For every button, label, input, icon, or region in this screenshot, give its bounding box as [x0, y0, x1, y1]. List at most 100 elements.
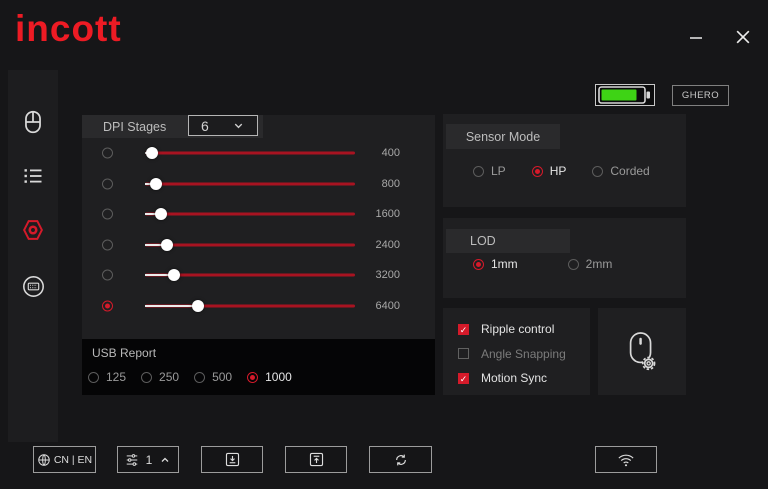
checkbox-icon [458, 372, 469, 384]
app-window: incott GHERO DPI Stages 6 400 800 1600 2… [0, 0, 768, 489]
slider-track [145, 151, 355, 155]
lod-option[interactable]: 1mm [473, 257, 518, 271]
radio-icon [88, 371, 99, 383]
sensor-mode-panel: Sensor Mode LP HP Corded [443, 114, 686, 207]
dpi-slider[interactable] [145, 260, 355, 291]
minimize-icon [690, 37, 702, 39]
checkbox-icon [458, 348, 469, 359]
lod-options: 1mm 2mm [473, 252, 612, 276]
dpi-slider[interactable] [145, 291, 355, 322]
dpi-stage-radio[interactable] [102, 178, 113, 190]
lod-panel: LOD 1mm 2mm [443, 218, 686, 298]
dpi-value-label: 1600 [375, 208, 400, 221]
slider-thumb[interactable] [192, 299, 205, 312]
device-name-button[interactable]: GHERO [672, 85, 729, 106]
dpi-value-label: 2400 [375, 238, 400, 251]
battery-fill [601, 89, 637, 101]
wireless-connect-button[interactable] [595, 446, 657, 473]
sidebar-item-macro-list[interactable] [8, 162, 58, 190]
slider-thumb[interactable] [149, 177, 162, 190]
usb-rate-option[interactable]: 125 [88, 370, 126, 384]
lod-header: LOD [446, 229, 570, 253]
radio-label: 1mm [491, 257, 518, 271]
dpi-stage-radio[interactable] [102, 208, 113, 220]
usb-report-options: 125 250 500 1000 [88, 370, 292, 384]
radio-label: LP [491, 164, 506, 178]
dpi-panel: DPI Stages 6 400 800 1600 2400 3200 6400… [82, 115, 435, 395]
radio-icon [194, 371, 206, 383]
dpi-stage-count-dropdown[interactable]: 6 [188, 115, 258, 136]
close-icon [736, 30, 750, 44]
sensor-mode-header: Sensor Mode [446, 124, 560, 149]
checkbox-option[interactable]: Angle Snapping [458, 347, 566, 361]
dpi-stage-row: 2400 [82, 230, 435, 261]
slider-thumb[interactable] [161, 238, 174, 251]
keyboard-icon [22, 275, 44, 297]
dpi-stage-count-value: 6 [201, 117, 209, 134]
restore-default-button[interactable] [369, 446, 432, 473]
sidebar [8, 70, 58, 442]
list-icon [24, 169, 42, 183]
checkbox-label: Ripple control [481, 322, 555, 336]
profile-selector-button[interactable]: 1 [117, 446, 179, 473]
dpi-stage-row: 400 [82, 138, 435, 169]
sidebar-item-performance[interactable] [8, 216, 58, 244]
radio-label: 250 [159, 370, 180, 384]
sidebar-item-keyboard[interactable] [8, 272, 58, 300]
sensor-mode-option[interactable]: LP [473, 164, 506, 178]
mouse-settings-icon [629, 331, 656, 370]
sliders-icon [126, 453, 137, 466]
dpi-value-label: 6400 [375, 299, 400, 312]
dpi-slider[interactable] [145, 169, 355, 200]
chevron-up-icon [161, 457, 169, 462]
mouse-icon [25, 110, 41, 134]
dpi-value-label: 400 [381, 147, 400, 160]
settings-hexagon-icon [23, 220, 43, 240]
checkbox-option[interactable]: Motion Sync [458, 371, 566, 385]
minimize-button[interactable] [678, 26, 714, 50]
usb-rate-option[interactable]: 500 [194, 370, 232, 384]
export-config-button[interactable] [285, 446, 347, 473]
dpi-stage-radio[interactable] [102, 300, 113, 312]
radio-icon [592, 165, 604, 177]
dpi-stages-label: DPI Stages [103, 119, 167, 134]
language-label: CN | EN [53, 453, 93, 466]
radio-icon [473, 165, 484, 177]
dpi-stage-row: 6400 [82, 291, 435, 322]
battery-icon [598, 86, 650, 104]
slider-thumb[interactable] [145, 147, 158, 160]
dpi-slider[interactable] [145, 138, 355, 169]
radio-label: HP [549, 164, 567, 178]
sensor-mode-option[interactable]: Corded [592, 164, 650, 178]
usb-rate-option[interactable]: 1000 [247, 370, 292, 384]
dpi-stage-row: 800 [82, 169, 435, 200]
sidebar-item-mouse[interactable] [8, 108, 58, 136]
motion-options-panel: Ripple control Angle Snapping Motion Syn… [443, 308, 590, 395]
dpi-slider[interactable] [145, 199, 355, 230]
wifi-icon [618, 454, 634, 466]
close-button[interactable] [722, 18, 764, 56]
language-toggle-button[interactable]: CN | EN [33, 446, 96, 473]
dpi-stage-row: 1600 [82, 199, 435, 230]
checkbox-option[interactable]: Ripple control [458, 322, 566, 336]
import-config-button[interactable] [201, 446, 263, 473]
slider-thumb[interactable] [154, 208, 167, 221]
dpi-stage-list: 400 800 1600 2400 3200 6400 [82, 138, 435, 321]
usb-rate-option[interactable]: 250 [141, 370, 179, 384]
dpi-stage-radio[interactable] [102, 269, 113, 281]
sensor-mode-options: LP HP Corded [473, 159, 650, 183]
dpi-slider[interactable] [145, 230, 355, 261]
slider-track-filled [145, 304, 199, 307]
slider-thumb[interactable] [167, 269, 180, 282]
sensor-mode-option[interactable]: HP [531, 164, 567, 178]
download-icon [225, 452, 239, 467]
usb-report-section: USB Report 125 250 500 1000 [82, 339, 435, 395]
dpi-stage-radio[interactable] [102, 239, 113, 251]
upload-icon [309, 452, 323, 467]
radio-icon [473, 258, 484, 270]
dpi-stage-radio[interactable] [102, 147, 113, 159]
app-logo: incott [15, 8, 122, 49]
radio-label: Corded [610, 164, 650, 178]
radio-label: 2mm [585, 257, 613, 271]
lod-option[interactable]: 2mm [567, 257, 613, 271]
